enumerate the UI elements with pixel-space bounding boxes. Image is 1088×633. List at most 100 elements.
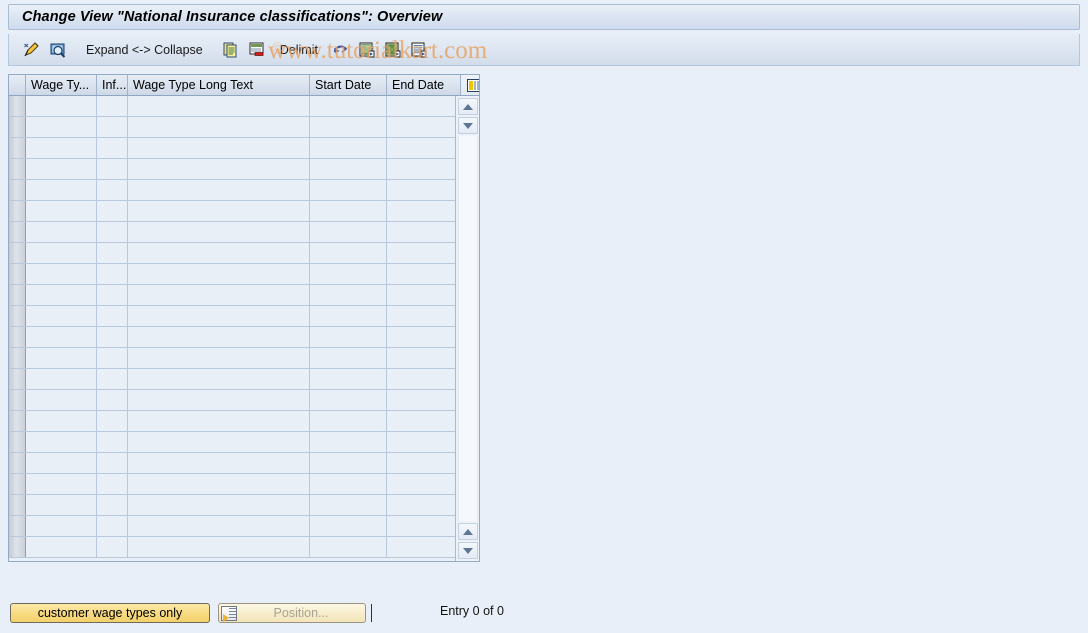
column-header-wage-long-text[interactable]: Wage Type Long Text: [128, 75, 310, 95]
cell-wage-long-text[interactable]: [128, 348, 310, 368]
row-selector[interactable]: [9, 222, 26, 242]
cell-start-date[interactable]: [310, 117, 387, 137]
row-selector[interactable]: [9, 495, 26, 515]
table-row[interactable]: [9, 180, 461, 201]
delete-row-button[interactable]: [244, 38, 270, 62]
table-row[interactable]: [9, 201, 461, 222]
cell-end-date[interactable]: [387, 516, 461, 536]
cell-end-date[interactable]: [387, 495, 461, 515]
cell-start-date[interactable]: [310, 348, 387, 368]
cell-wage-long-text[interactable]: [128, 96, 310, 116]
cell-wage-type[interactable]: [26, 180, 97, 200]
table-row[interactable]: [9, 432, 461, 453]
cell-end-date[interactable]: [387, 264, 461, 284]
cell-start-date[interactable]: [310, 390, 387, 410]
scroll-up-button[interactable]: [458, 98, 478, 115]
cell-wage-long-text[interactable]: [128, 453, 310, 473]
row-selector[interactable]: [9, 243, 26, 263]
cell-infotype[interactable]: [97, 327, 128, 347]
cell-end-date[interactable]: [387, 390, 461, 410]
table-row[interactable]: [9, 390, 461, 411]
row-selector[interactable]: [9, 285, 26, 305]
expand-collapse-label[interactable]: Expand <-> Collapse: [81, 43, 208, 57]
cell-start-date[interactable]: [310, 432, 387, 452]
cell-wage-type[interactable]: [26, 117, 97, 137]
cell-infotype[interactable]: [97, 138, 128, 158]
cell-wage-long-text[interactable]: [128, 306, 310, 326]
table-vertical-scrollbar[interactable]: [455, 96, 479, 561]
cell-end-date[interactable]: [387, 138, 461, 158]
table-row[interactable]: [9, 348, 461, 369]
scrollbar-track[interactable]: [458, 136, 478, 521]
table-row[interactable]: [9, 516, 461, 537]
copy-as-button[interactable]: [218, 38, 244, 62]
table-row[interactable]: [9, 138, 461, 159]
cell-wage-type[interactable]: [26, 243, 97, 263]
cell-start-date[interactable]: [310, 138, 387, 158]
cell-end-date[interactable]: [387, 537, 461, 557]
cell-end-date[interactable]: [387, 243, 461, 263]
scroll-down-button[interactable]: [458, 117, 478, 134]
row-selector[interactable]: [9, 327, 26, 347]
table-row[interactable]: [9, 243, 461, 264]
column-header-end-date[interactable]: End Date: [387, 75, 461, 95]
table-row[interactable]: [9, 537, 461, 558]
cell-wage-long-text[interactable]: [128, 516, 310, 536]
cell-infotype[interactable]: [97, 285, 128, 305]
cell-infotype[interactable]: [97, 453, 128, 473]
table-row[interactable]: [9, 453, 461, 474]
cell-wage-type[interactable]: [26, 327, 97, 347]
cell-wage-long-text[interactable]: [128, 138, 310, 158]
cell-start-date[interactable]: [310, 180, 387, 200]
table-row[interactable]: [9, 411, 461, 432]
customer-wage-types-only-button[interactable]: customer wage types only: [10, 603, 210, 623]
cell-wage-type[interactable]: [26, 264, 97, 284]
cell-infotype[interactable]: [97, 180, 128, 200]
cell-wage-long-text[interactable]: [128, 117, 310, 137]
cell-start-date[interactable]: [310, 516, 387, 536]
cell-start-date[interactable]: [310, 537, 387, 557]
row-selector[interactable]: [9, 432, 26, 452]
cell-wage-long-text[interactable]: [128, 390, 310, 410]
cell-wage-type[interactable]: [26, 285, 97, 305]
cell-end-date[interactable]: [387, 96, 461, 116]
cell-infotype[interactable]: [97, 96, 128, 116]
row-selector[interactable]: [9, 201, 26, 221]
cell-wage-type[interactable]: [26, 159, 97, 179]
table-row[interactable]: [9, 285, 461, 306]
delimit-label[interactable]: Delimit: [275, 43, 323, 57]
row-selector[interactable]: [9, 369, 26, 389]
cell-infotype[interactable]: [97, 516, 128, 536]
cell-end-date[interactable]: [387, 369, 461, 389]
cell-wage-type[interactable]: [26, 96, 97, 116]
cell-start-date[interactable]: [310, 306, 387, 326]
cell-wage-long-text[interactable]: [128, 369, 310, 389]
cell-infotype[interactable]: [97, 474, 128, 494]
row-selector[interactable]: [9, 306, 26, 326]
cell-end-date[interactable]: [387, 180, 461, 200]
cell-start-date[interactable]: [310, 411, 387, 431]
cell-start-date[interactable]: [310, 327, 387, 347]
table-row[interactable]: [9, 222, 461, 243]
cell-infotype[interactable]: [97, 243, 128, 263]
row-selector[interactable]: [9, 411, 26, 431]
cell-end-date[interactable]: [387, 117, 461, 137]
table-row[interactable]: [9, 159, 461, 180]
cell-start-date[interactable]: [310, 453, 387, 473]
details-button[interactable]: [45, 38, 71, 62]
cell-wage-long-text[interactable]: [128, 432, 310, 452]
cell-start-date[interactable]: [310, 159, 387, 179]
cell-end-date[interactable]: [387, 159, 461, 179]
row-selector[interactable]: [9, 474, 26, 494]
cell-start-date[interactable]: [310, 474, 387, 494]
scroll-page-up-button[interactable]: [458, 523, 478, 540]
cell-infotype[interactable]: [97, 222, 128, 242]
cell-wage-type[interactable]: [26, 306, 97, 326]
row-selector[interactable]: [9, 117, 26, 137]
cell-wage-long-text[interactable]: [128, 474, 310, 494]
cell-wage-type[interactable]: [26, 390, 97, 410]
cell-infotype[interactable]: [97, 117, 128, 137]
cell-wage-long-text[interactable]: [128, 222, 310, 242]
cell-start-date[interactable]: [310, 369, 387, 389]
cell-wage-type[interactable]: [26, 432, 97, 452]
